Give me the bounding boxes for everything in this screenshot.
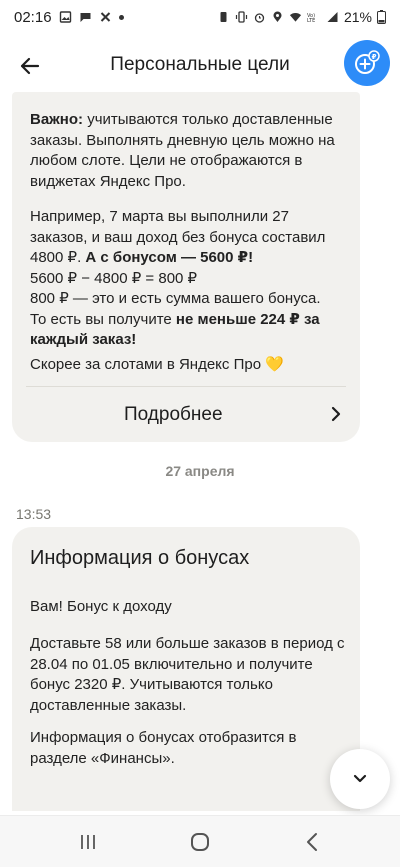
yellow-heart-icon: 💛 xyxy=(265,356,284,373)
home-icon xyxy=(191,833,209,851)
home-button[interactable] xyxy=(188,830,212,854)
recent-apps-button[interactable] xyxy=(76,830,100,854)
nav-back-button[interactable] xyxy=(300,830,324,854)
message-bubble: Важно: учитываются только доставленные з… xyxy=(12,92,360,442)
battery-saver-icon xyxy=(220,12,227,22)
message-greeting: Вам! Бонус к доходу xyxy=(30,598,172,615)
svg-text:LTE: LTE xyxy=(307,18,315,23)
battery-icon xyxy=(377,10,386,24)
message-title: Информация о бонусах xyxy=(30,547,250,569)
goal-plus-icon: ₽ xyxy=(355,50,380,74)
message-footer: Информация о бонусах отобразится в разде… xyxy=(30,729,297,767)
slots-text: Скорее за слотами в Яндекс Про xyxy=(30,356,262,373)
message-time: 13:53 xyxy=(16,506,52,522)
message-important-text: Важно: учитываются только доставленные з… xyxy=(30,110,350,192)
date-separator: 27 апреля xyxy=(165,463,235,479)
goal-add-button[interactable]: ₽ xyxy=(344,40,390,86)
back-icon xyxy=(307,833,317,851)
message-example-text: Например, 7 марта вы выполнили 27 заказо… xyxy=(30,207,350,351)
wifi-icon xyxy=(289,13,302,22)
calc-line: 5600 ₽ − 4800 ₽ = 800 ₽ xyxy=(30,269,198,287)
header: Персональные цели ₽ xyxy=(0,34,400,98)
alarm-icon xyxy=(254,13,265,23)
more-label: Подробнее xyxy=(124,403,223,425)
system-nav-bar xyxy=(0,815,400,867)
more-button[interactable]: Подробнее xyxy=(12,387,360,442)
scroll-down-button[interactable] xyxy=(330,749,390,809)
chevron-down-icon xyxy=(353,774,367,783)
message-body: Доставьте 58 или больше заказов в период… xyxy=(30,635,345,714)
status-left: 02:16 xyxy=(14,9,124,26)
location-icon xyxy=(273,11,282,22)
per-order-prefix: То есть вы получите xyxy=(30,310,176,328)
status-bar: 02:16 Vo) LTE 21% xyxy=(0,0,400,34)
svg-text:₽: ₽ xyxy=(372,53,377,61)
tools-icon xyxy=(100,12,110,22)
message-icon xyxy=(80,13,91,22)
battery-percent: 21% xyxy=(343,9,372,25)
dot-icon xyxy=(118,14,124,20)
message-bubble-bonus-info: Информация о бонусах Вам! Бонус к доходу… xyxy=(12,527,360,811)
chevron-right-icon xyxy=(331,406,341,422)
status-time: 02:16 xyxy=(14,8,52,26)
recent-apps-icon xyxy=(81,835,95,849)
status-right: Vo) LTE 21% xyxy=(217,9,386,25)
signal-icon xyxy=(327,12,338,22)
vibrate-icon xyxy=(235,11,248,23)
with-bonus-text: А с бонусом — 5600 ₽! xyxy=(81,249,254,266)
important-label: Важно: xyxy=(30,111,84,128)
photo-icon xyxy=(59,11,71,23)
volte-icon: Vo)LTE xyxy=(307,13,315,23)
sum-line: 800 ₽ — это и есть сумма вашего бонуса. xyxy=(30,290,321,307)
message-slots-text: Скорее за слотами в Яндекс Про 💛 xyxy=(30,355,350,376)
page-title: Персональные цели xyxy=(110,54,290,75)
